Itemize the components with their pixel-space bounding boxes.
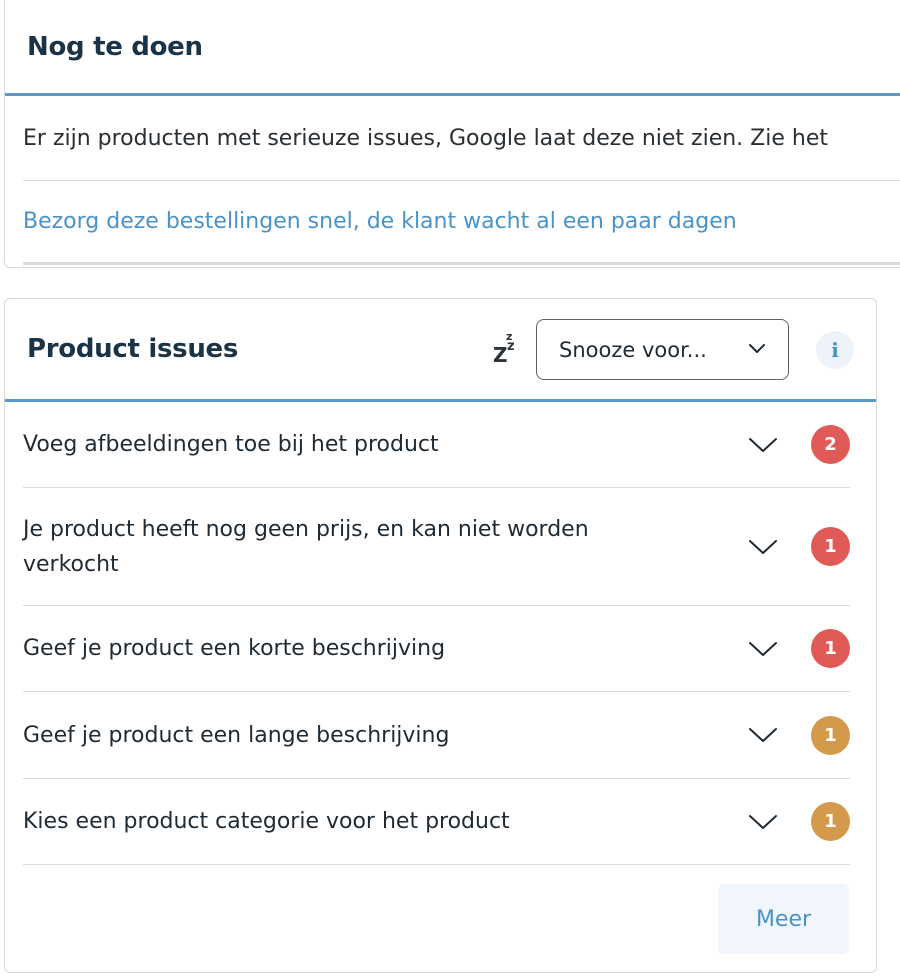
issue-row[interactable]: Geef je product een lange beschrijving 1 [23,692,850,779]
issues-header: Product issues Zzz Snooze voor... i [5,299,876,402]
chevron-down-icon[interactable] [748,538,778,556]
zzz-icon: Zzz [493,330,515,367]
todo-title: Nog te doen [27,31,203,62]
issue-text: Geef je product een korte beschrijving [23,636,446,661]
chevron-down-icon[interactable] [748,640,778,658]
snooze-dropdown[interactable]: Snooze voor... [536,319,789,380]
issue-count-badge: 1 [811,802,850,841]
issue-text: Voeg afbeeldingen toe bij het product [23,432,439,457]
issue-row[interactable]: Kies een product categorie voor het prod… [23,779,850,865]
chevron-down-icon [749,344,765,353]
todo-item-serious-issues[interactable]: Er zijn producten met serieuze issues, G… [23,96,900,181]
issues-title: Product issues [27,334,239,364]
issue-count-badge: 1 [811,527,850,566]
chevron-down-icon[interactable] [748,813,778,831]
issue-text: Kies een product categorie voor het prod… [23,809,510,834]
chevron-down-icon[interactable] [748,726,778,744]
issue-count-badge: 1 [811,715,850,755]
issue-list: Voeg afbeeldingen toe bij het product 2 … [5,402,876,865]
more-button[interactable]: Meer [718,884,849,954]
issue-row[interactable]: Voeg afbeeldingen toe bij het product 2 [23,402,850,488]
issue-count-badge: 2 [811,425,850,464]
issue-text: Je product heeft nog geen prijs, en kan … [23,516,589,577]
issue-row[interactable]: Je product heeft nog geen prijs, en kan … [23,488,850,606]
product-issues-card: Product issues Zzz Snooze voor... i Voeg… [4,298,877,973]
todo-card: Nog te doen Er zijn producten met serieu… [4,0,900,268]
snooze-label: Snooze voor... [559,337,707,362]
issue-count-badge: 1 [811,629,850,668]
info-icon[interactable]: i [816,331,854,369]
todo-item-deliver-orders-link[interactable]: Bezorg deze bestellingen snel, de klant … [23,181,900,265]
issue-text: Geef je product een lange beschrijving [23,722,450,748]
todo-header: Nog te doen [5,0,900,96]
info-glyph: i [831,338,839,362]
chevron-down-icon[interactable] [748,436,778,454]
issue-row[interactable]: Geef je product een korte beschrijving 1 [23,606,850,692]
